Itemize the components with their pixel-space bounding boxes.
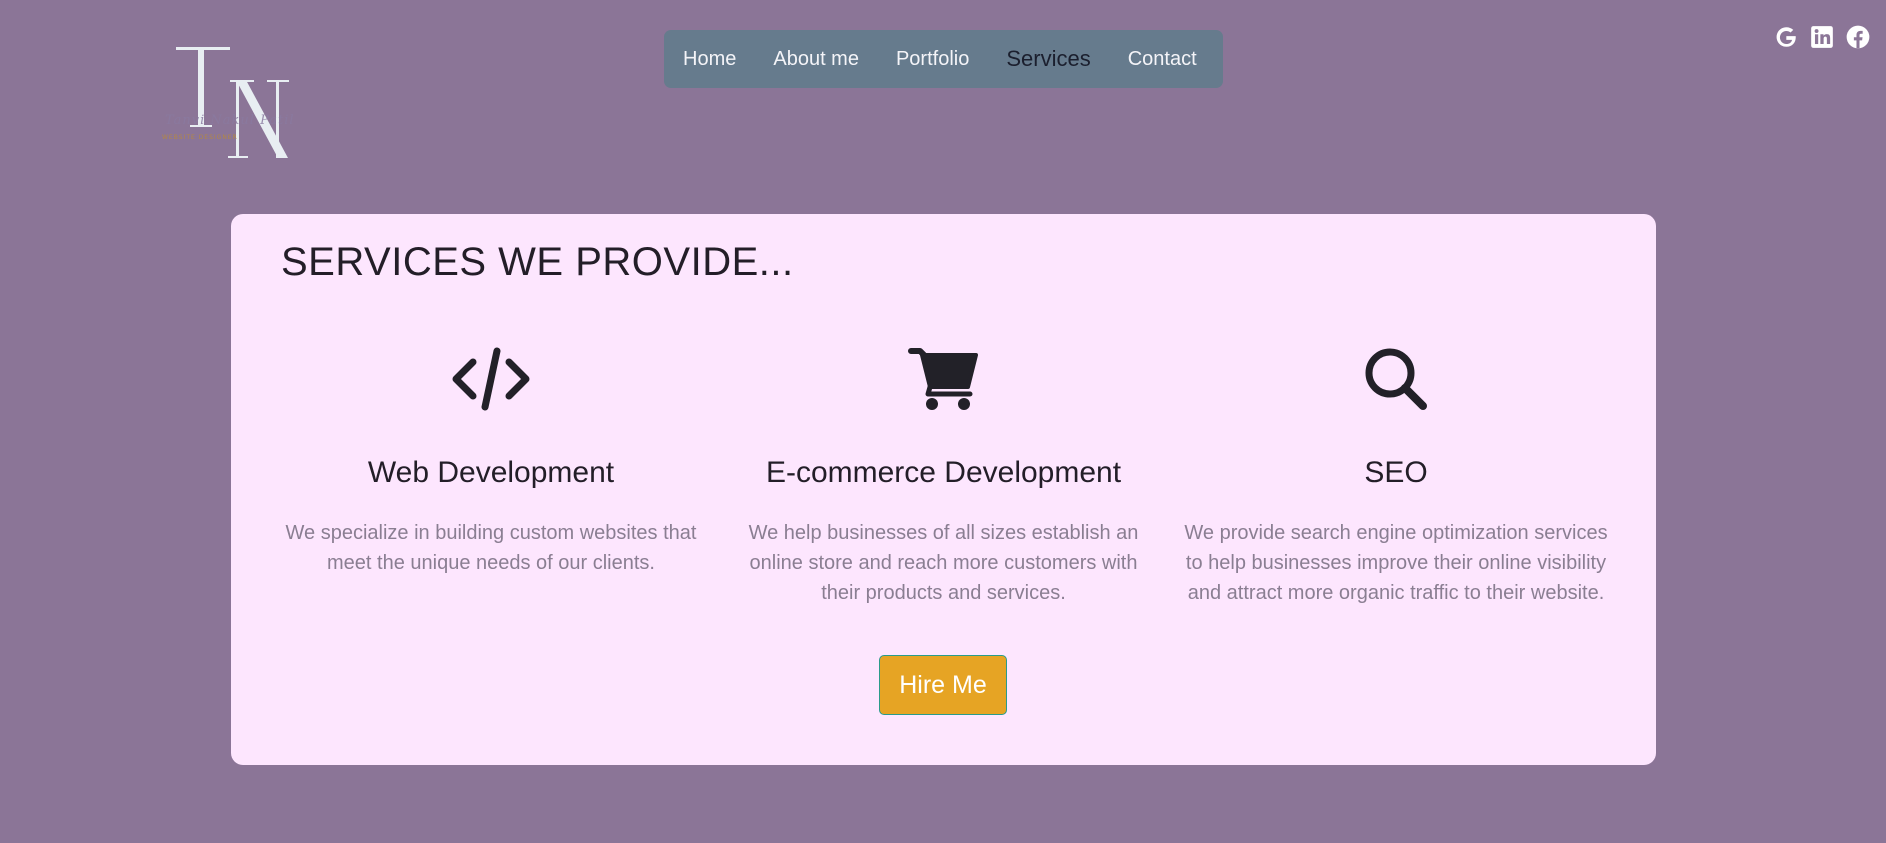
nav-item-portfolio[interactable]: Portfolio: [896, 48, 969, 71]
linkedin-icon[interactable]: [1809, 24, 1835, 50]
code-icon: [452, 347, 530, 411]
services-list: Web Development We specialize in buildin…: [276, 344, 1611, 608]
nav-item-home[interactable]: Home: [683, 48, 736, 71]
hire-me-button[interactable]: Hire Me: [879, 655, 1007, 715]
nav-item-services[interactable]: Services: [1006, 46, 1090, 72]
site-logo[interactable]: Tanvi Nakul Patil WEBSITE DESIGNER: [160, 40, 310, 160]
service-title: E-commerce Development: [765, 456, 1122, 489]
service-description: We provide search engine optimization se…: [1184, 522, 1608, 604]
tn-monogram-logo: [176, 47, 289, 158]
facebook-icon[interactable]: [1845, 24, 1871, 50]
service-ecommerce-development: E-commerce Development We help businesse…: [729, 344, 1159, 608]
nav-item-contact[interactable]: Contact: [1128, 48, 1197, 71]
services-heading: SERVICES WE PROVIDE...: [281, 240, 794, 284]
search-icon: [1365, 348, 1427, 410]
logo-tagline: WEBSITE DESIGNER: [162, 134, 238, 141]
nav-item-about-me[interactable]: About me: [773, 48, 859, 71]
service-web-development: Web Development We specialize in buildin…: [276, 344, 706, 608]
service-title: SEO: [1364, 456, 1428, 489]
logo-signature: Tanvi Nakul Patil: [165, 113, 295, 128]
services-card: SERVICES WE PROVIDE... Web Development W…: [231, 214, 1656, 765]
service-description: We specialize in building custom website…: [285, 522, 697, 574]
service-seo: SEO We provide search engine optimizatio…: [1181, 344, 1611, 608]
shopping-cart-icon: [907, 348, 978, 410]
social-links: [1773, 24, 1871, 50]
service-title: Web Development: [367, 456, 615, 489]
main-nav: Home About me Portfolio Services Contact: [664, 30, 1223, 88]
service-description: We help businesses of all sizes establis…: [748, 522, 1139, 604]
google-icon[interactable]: [1773, 24, 1799, 50]
